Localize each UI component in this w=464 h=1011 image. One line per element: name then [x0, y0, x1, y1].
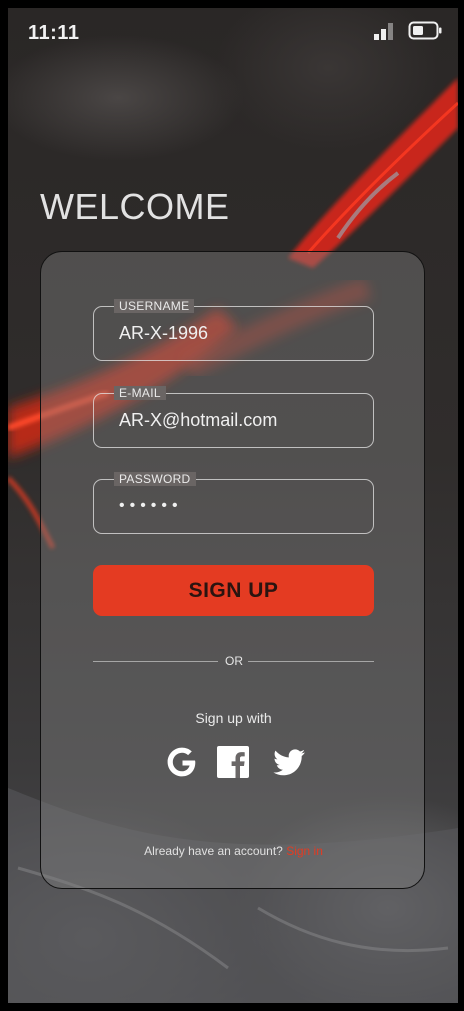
signup-card: USERNAME AR-X-1996 E-MAIL AR-X@hotmail.c… — [40, 251, 425, 889]
password-value: •••••• — [119, 497, 183, 514]
username-value: AR-X-1996 — [119, 323, 209, 343]
email-value: AR-X@hotmail.com — [119, 410, 278, 430]
username-field[interactable]: USERNAME AR-X-1996 — [93, 299, 374, 361]
google-icon[interactable] — [164, 744, 200, 780]
signup-with-label: Sign up with — [195, 710, 272, 726]
email-field[interactable]: E-MAIL AR-X@hotmail.com — [93, 386, 374, 448]
sign-up-button[interactable]: SIGN UP — [93, 565, 374, 616]
password-field[interactable]: PASSWORD •••••• — [93, 472, 374, 534]
divider-or-text: OR — [225, 654, 243, 668]
phone-screen: 11:11 WELCOME USERNAME AR-X-1996 E-MAIL … — [8, 8, 458, 1003]
divider-left — [93, 661, 218, 662]
signin-prompt: Already have an account? Sign in — [41, 844, 426, 858]
welcome-heading: WELCOME — [40, 186, 230, 227]
status-time: 11:11 — [28, 22, 80, 44]
facebook-icon[interactable] — [215, 744, 251, 780]
email-label: E-MAIL — [114, 386, 166, 400]
divider-right — [248, 661, 374, 662]
status-bar: 11:11 — [8, 8, 458, 58]
sign-in-link[interactable]: Sign in — [286, 844, 323, 858]
battery-icon — [408, 21, 442, 40]
signal-icon — [374, 23, 393, 40]
username-label: USERNAME — [114, 299, 195, 313]
twitter-icon[interactable] — [271, 744, 307, 780]
password-label: PASSWORD — [114, 472, 196, 486]
signin-question: Already have an account? — [144, 844, 287, 858]
